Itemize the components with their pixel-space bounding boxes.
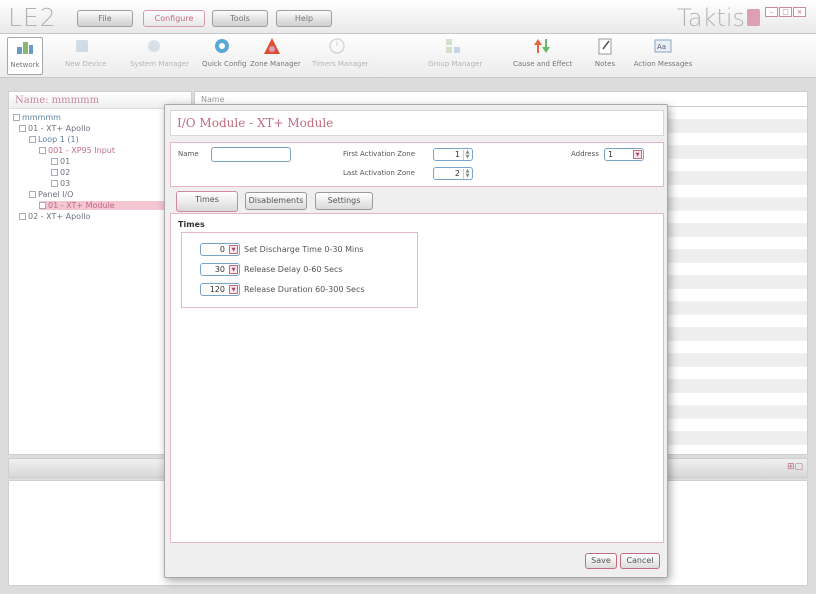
dialog-title: I/O Module - XT+ Module — [170, 110, 664, 136]
toolbar-new-device-button[interactable]: New Device — [65, 37, 106, 75]
toolbar-group-manager-button[interactable]: Group Manager — [428, 37, 482, 75]
times-heading: Times — [178, 220, 205, 229]
toolbar: Network New Device System Manager Quick … — [0, 34, 816, 78]
collapse-icon[interactable] — [29, 191, 36, 198]
timers-manager-icon — [329, 38, 345, 54]
last-zone-label: Last Activation Zone — [343, 169, 415, 177]
toolbar-notes-button[interactable]: Notes — [590, 37, 620, 75]
chevron-down-icon[interactable]: ▼ — [229, 265, 238, 274]
discharge-time-label: Set Discharge Time 0-30 Mins — [244, 245, 364, 254]
release-duration-dropdown[interactable]: 120 ▼ — [200, 283, 240, 296]
title-bar: LE2 File Configure Tools Help Taktis – □… — [0, 0, 816, 34]
chevron-down-icon[interactable]: ▼ — [229, 285, 238, 294]
group-manager-icon — [446, 39, 460, 53]
chevron-down-icon[interactable]: ▼ — [229, 245, 238, 254]
device-icon — [51, 158, 58, 165]
menu-configure[interactable]: Configure — [143, 10, 205, 27]
tree-node-input[interactable]: 001 - XP95 Input — [39, 146, 115, 155]
name-field[interactable] — [211, 147, 291, 162]
minimize-icon[interactable]: – — [765, 7, 778, 17]
io-module-dialog: I/O Module - XT+ Module Name First Activ… — [164, 104, 668, 578]
toolbar-quick-config-button[interactable]: Quick Config — [202, 37, 246, 75]
toolbar-zone-manager-button[interactable]: Zone Manager — [250, 37, 301, 75]
release-duration-label: Release Duration 60-300 Secs — [244, 285, 365, 294]
dock-icon[interactable]: ⊞▢ — [787, 462, 803, 472]
toolbar-action-messages-button[interactable]: Aa Action Messages — [632, 37, 694, 75]
collapse-icon[interactable] — [39, 147, 46, 154]
tree-node-item[interactable]: 01 — [51, 157, 70, 166]
notes-icon — [598, 38, 612, 55]
expand-icon[interactable] — [19, 213, 26, 220]
tree-node-panel-02[interactable]: 02 - XT+ Apollo — [19, 212, 90, 221]
new-device-icon — [76, 40, 88, 52]
maximize-icon[interactable]: □ — [779, 7, 792, 17]
svg-text:Aa: Aa — [657, 43, 666, 51]
collapse-icon[interactable] — [29, 136, 36, 143]
spinner-arrows-icon[interactable]: ▲ ▼ — [463, 169, 471, 179]
toolbar-system-manager-button[interactable]: System Manager — [130, 37, 189, 75]
action-messages-icon: Aa — [654, 39, 672, 53]
toolbar-cause-effect-button[interactable]: Cause and Effect — [513, 37, 572, 75]
quick-config-icon — [215, 39, 229, 53]
network-icon — [17, 42, 33, 54]
tree-node-panel-io[interactable]: Panel I/O — [29, 190, 73, 199]
close-icon[interactable]: × — [793, 7, 806, 17]
tree-node-loop[interactable]: Loop 1 (1) — [29, 135, 79, 144]
collapse-icon[interactable] — [19, 125, 26, 132]
tree-node-root[interactable]: mmmmm — [13, 113, 61, 122]
tab-disablements[interactable]: Disablements — [245, 192, 307, 210]
cancel-button[interactable]: Cancel — [620, 553, 660, 569]
tree-node-panel-01[interactable]: 01 - XT+ Apollo — [19, 124, 90, 133]
release-delay-label: Release Delay 0-60 Secs — [244, 265, 343, 274]
tree-node-item[interactable]: 02 — [51, 168, 70, 177]
toolbar-timers-manager-button[interactable]: Timers Manager — [312, 37, 369, 75]
device-icon — [51, 169, 58, 176]
name-label: Name — [178, 150, 199, 158]
last-zone-spinner[interactable]: 2 ▲ ▼ — [433, 167, 473, 180]
times-group: 0 ▼ Set Discharge Time 0-30 Mins 30 ▼ Rele… — [181, 232, 418, 308]
discharge-time-dropdown[interactable]: 0 ▼ — [200, 243, 240, 256]
chevron-down-icon[interactable]: ▼ — [633, 150, 642, 159]
menu-file[interactable]: File — [77, 10, 133, 27]
toolbar-network-button[interactable]: Network — [7, 37, 43, 75]
first-zone-spinner[interactable]: 1 ▲ ▼ — [433, 148, 473, 161]
system-manager-icon — [148, 40, 160, 52]
menu-tools[interactable]: Tools — [212, 10, 268, 27]
cause-effect-icon — [534, 39, 550, 53]
app-logo: LE2 — [8, 3, 57, 32]
collapse-icon[interactable] — [13, 114, 20, 121]
times-tab-panel: Times 0 ▼ Set Discharge Time 0-30 Mins 30… — [170, 213, 664, 543]
module-icon — [39, 202, 46, 209]
first-zone-label: First Activation Zone — [343, 150, 416, 158]
zone-manager-icon — [264, 38, 280, 54]
tab-settings[interactable]: Settings — [315, 192, 373, 210]
save-button[interactable]: Save — [585, 553, 617, 569]
tab-times[interactable]: Times — [176, 191, 238, 212]
brand-badge-icon — [747, 9, 760, 26]
spinner-arrows-icon[interactable]: ▲ ▼ — [463, 150, 471, 160]
menu-help[interactable]: Help — [276, 10, 332, 27]
tree-node-item[interactable]: 03 — [51, 179, 70, 188]
module-header-box: Name First Activation Zone 1 ▲ ▼ Last Acti… — [170, 142, 664, 187]
brand-logo: Taktis — [677, 4, 745, 32]
address-label: Address — [571, 150, 599, 158]
device-icon — [51, 180, 58, 187]
release-delay-dropdown[interactable]: 30 ▼ — [200, 263, 240, 276]
address-dropdown[interactable]: 1 ▼ — [604, 148, 644, 161]
